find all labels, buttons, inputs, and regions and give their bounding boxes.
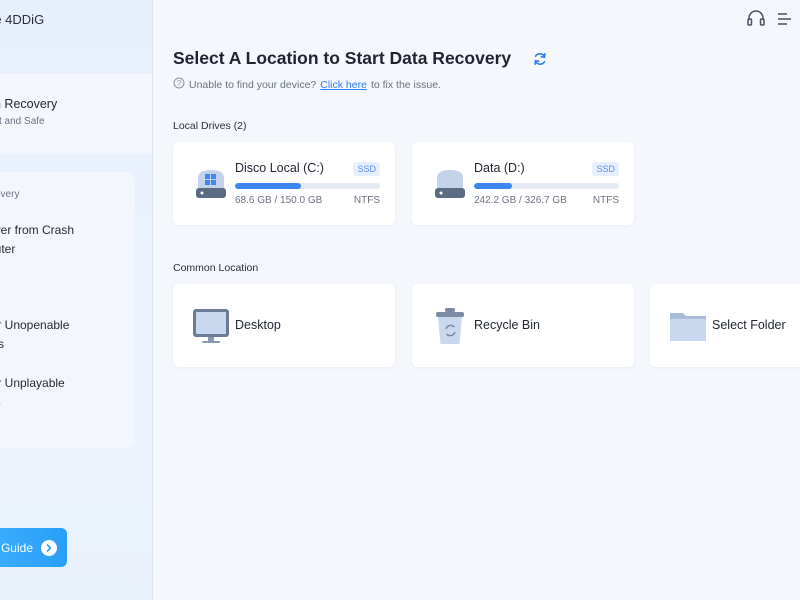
- svg-text:?: ?: [177, 79, 182, 88]
- windows-drive-icon: [192, 164, 230, 204]
- sidebar-item-data-recovery[interactable]: n Recovery st and Safe: [0, 97, 152, 127]
- drive-card-d[interactable]: Data (D:) SSD 242.2 GB / 326.7 GB NTFS: [412, 142, 634, 225]
- drive-usage-bar: [474, 183, 619, 189]
- location-label: Select Folder: [712, 318, 786, 332]
- drive-filesystem: NTFS: [592, 195, 619, 206]
- sidebar-item-crash-recovery[interactable]: over from Crash puter: [0, 221, 138, 259]
- location-desktop[interactable]: Desktop: [173, 284, 395, 367]
- drive-name: Data (D:): [474, 161, 525, 175]
- guide-button[interactable]: Guide: [0, 528, 67, 567]
- headset-icon[interactable]: [745, 8, 767, 30]
- sidebar: re 4DDiG n Recovery st and Safe covery o…: [0, 0, 153, 600]
- sidebar-panel-title: covery: [0, 189, 20, 200]
- sidebar-item-video-repair[interactable]: air Unplayable os: [0, 374, 138, 412]
- page-title: Select A Location to Start Data Recovery: [173, 48, 512, 68]
- location-label: Recycle Bin: [474, 318, 540, 332]
- hint-suffix: to fix the issue.: [370, 78, 441, 91]
- location-recycle-bin[interactable]: Recycle Bin: [412, 284, 634, 367]
- folder-icon: [668, 305, 710, 347]
- guide-button-label: Guide: [0, 540, 33, 555]
- sidebar-item-subtitle: st and Safe: [0, 116, 45, 127]
- recycle-bin-icon: [430, 305, 472, 347]
- drive-icon: [431, 164, 469, 204]
- sidebar-item-label: air Unplayable: [0, 376, 65, 390]
- arrow-right-icon: [41, 539, 57, 556]
- local-drives-label: Local Drives (2): [173, 120, 247, 132]
- drive-size: 68.6 GB / 150.0 GB: [235, 195, 323, 206]
- device-hint: ? Unable to find your device? Click here…: [173, 77, 441, 92]
- menu-icon[interactable]: [773, 8, 795, 30]
- desktop-icon: [191, 305, 233, 347]
- sidebar-item-photo-repair[interactable]: air Unopenable tos: [0, 316, 138, 354]
- drive-filesystem: NTFS: [353, 195, 380, 206]
- fix-issue-link[interactable]: Click here: [320, 79, 367, 91]
- ssd-badge: SSD: [353, 162, 380, 176]
- hint-text: Unable to find your device?: [189, 78, 317, 91]
- sidebar-item-label: tos: [0, 335, 138, 354]
- common-location-label: Common Location: [173, 262, 259, 274]
- location-label: Desktop: [235, 318, 281, 332]
- sidebar-item-label: over from Crash: [0, 223, 75, 237]
- sidebar-item-label: air Unopenable: [0, 318, 70, 332]
- drive-usage-fill: [474, 183, 512, 189]
- drive-size: 242.2 GB / 326.7 GB: [474, 195, 567, 206]
- info-icon: ?: [173, 77, 185, 92]
- refresh-icon[interactable]: [531, 50, 549, 68]
- sidebar-item-title: n Recovery: [0, 97, 58, 111]
- drive-card-c[interactable]: Disco Local (C:) SSD 68.6 GB / 150.0 GB …: [173, 142, 395, 225]
- sidebar-item-label: os: [0, 393, 138, 412]
- location-select-folder[interactable]: Select Folder: [650, 284, 800, 367]
- ssd-badge: SSD: [592, 162, 619, 176]
- drive-usage-fill: [235, 183, 302, 189]
- drive-name: Disco Local (C:): [235, 161, 324, 175]
- app-title: re 4DDiG: [0, 12, 45, 27]
- drive-usage-bar: [235, 183, 380, 189]
- sidebar-item-label: puter: [0, 242, 16, 256]
